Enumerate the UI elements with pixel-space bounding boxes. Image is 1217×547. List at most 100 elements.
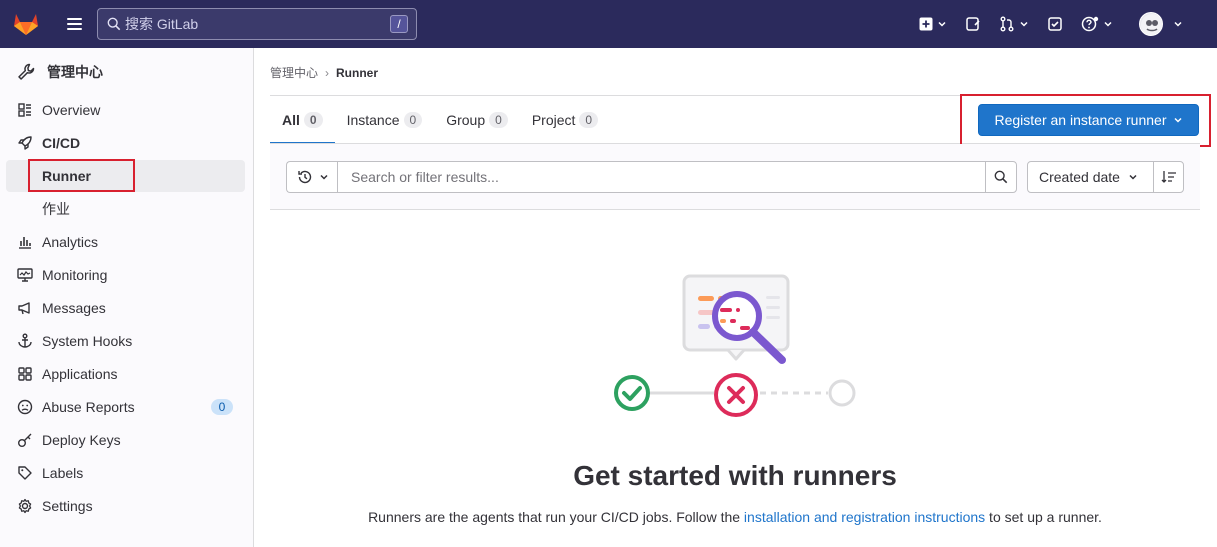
tab-project[interactable]: Project 0 [520, 96, 610, 144]
sort-descending-icon [1161, 171, 1176, 183]
anchor-icon [17, 333, 33, 349]
sidebar-item-label: CI/CD [42, 135, 81, 151]
installation-instructions-link[interactable]: installation and registration instructio… [744, 509, 985, 525]
sidebar-item-label: 作业 [42, 201, 70, 217]
sidebar-item-label: Applications [42, 366, 118, 382]
issues-button[interactable] [959, 8, 987, 40]
sidebar-title: 管理中心 [47, 64, 103, 80]
label-icon [17, 465, 33, 481]
filter-search-button[interactable] [985, 161, 1017, 193]
runner-type-tabs: All 0 Instance 0 Group 0 Project 0 [270, 96, 610, 144]
gitlab-logo-icon[interactable] [0, 0, 52, 48]
filter-placeholder: Search or filter results... [351, 169, 499, 185]
sort-direction-button[interactable] [1153, 161, 1184, 193]
sidebar-item-label: Overview [42, 102, 101, 118]
sidebar-item-overview[interactable]: Overview [6, 94, 245, 126]
sidebar-item-label: Deploy Keys [42, 432, 121, 448]
global-search-input[interactable]: 搜索 GitLab / [97, 8, 417, 40]
create-new-button[interactable] [913, 8, 953, 40]
chart-icon [17, 234, 33, 250]
sidebar-item-label: Monitoring [42, 267, 108, 283]
help-button[interactable] [1075, 8, 1119, 40]
breadcrumb-current: Runner [336, 65, 379, 80]
tab-label: All [282, 112, 300, 128]
empty-state-title: Get started with runners [573, 460, 897, 491]
tab-count-badge: 0 [303, 112, 323, 128]
user-avatar [1139, 12, 1163, 36]
empty-desc-text: Runners are the agents that run your CI/… [368, 509, 744, 525]
gear-icon [17, 498, 33, 514]
tab-all[interactable]: All 0 [270, 96, 335, 144]
chevron-down-icon [1129, 174, 1137, 180]
applications-icon [17, 366, 33, 382]
sidebar-item-label: Analytics [42, 234, 99, 250]
recent-searches-button[interactable] [286, 161, 338, 193]
sidebar-item-settings[interactable]: Settings [6, 490, 245, 522]
rocket-icon [17, 135, 33, 151]
sidebar-item-messages[interactable]: Messages [6, 292, 245, 324]
sidebar-item-label: Settings [42, 498, 93, 514]
search-icon [994, 170, 1008, 184]
tab-count-badge: 0 [579, 112, 599, 128]
breadcrumb-separator: › [325, 65, 330, 80]
runner-highlight-box [28, 159, 135, 192]
sidebar-item-label: Abuse Reports [42, 399, 135, 415]
monitor-icon [17, 267, 33, 283]
search-icon [107, 17, 121, 31]
tab-label: Group [446, 112, 486, 128]
todos-button[interactable] [1041, 8, 1069, 40]
issues-icon [966, 17, 980, 31]
chevron-down-icon [938, 21, 946, 27]
sidebar-item-jobs[interactable]: 作业 [6, 193, 245, 225]
tab-group[interactable]: Group 0 [434, 96, 520, 144]
tab-count-badge: 0 [489, 112, 508, 128]
plus-square-icon [919, 17, 933, 31]
help-icon [1081, 16, 1099, 32]
sidebar-item-labels[interactable]: Labels [6, 457, 245, 489]
sidebar-item-monitoring[interactable]: Monitoring [6, 259, 245, 291]
chevron-down-icon [1104, 21, 1112, 27]
overview-icon [17, 102, 33, 118]
filter-search-input[interactable]: Search or filter results... [337, 161, 986, 193]
empty-desc-text-end: to set up a runner. [985, 509, 1102, 525]
sidebar-item-deploy-keys[interactable]: Deploy Keys [6, 424, 245, 456]
chevron-down-icon [1174, 21, 1182, 27]
chevron-down-icon [1020, 21, 1028, 27]
merge-request-icon [1000, 16, 1014, 32]
search-placeholder: 搜索 GitLab [125, 16, 199, 32]
admin-sidebar: 管理中心 Overview CI/CD Runner 作业 Analytics … [0, 48, 254, 547]
todo-checkbox-icon [1048, 17, 1062, 31]
tab-label: Instance [346, 112, 400, 128]
sort-label: Created date [1039, 169, 1120, 185]
sidebar-item-abuse-reports[interactable]: Abuse Reports 0 [6, 391, 245, 423]
abuse-icon [17, 399, 33, 415]
breadcrumb-parent-link[interactable]: 管理中心 [270, 64, 318, 81]
search-shortcut-badge: / [390, 15, 408, 33]
sidebar-item-label: System Hooks [42, 333, 133, 349]
register-button-highlight-box [960, 94, 1211, 147]
sidebar-item-system-hooks[interactable]: System Hooks [6, 325, 245, 357]
tab-instance[interactable]: Instance 0 [335, 96, 435, 144]
filter-bar: Search or filter results... Created date [270, 144, 1200, 210]
sidebar-header[interactable]: 管理中心 [0, 48, 253, 96]
top-navbar: 搜索 GitLab / [0, 0, 1217, 48]
abuse-reports-count-badge: 0 [211, 399, 233, 415]
hamburger-menu-icon[interactable] [58, 8, 90, 40]
tab-label: Project [531, 112, 576, 128]
sidebar-item-cicd[interactable]: CI/CD [6, 127, 245, 159]
sidebar-item-label: Messages [42, 300, 106, 316]
breadcrumb: 管理中心 › Runner [270, 64, 378, 81]
runners-empty-state-illustration [614, 274, 856, 417]
merge-requests-button[interactable] [993, 8, 1035, 40]
sidebar-item-analytics[interactable]: Analytics [6, 226, 245, 258]
user-menu-button[interactable] [1133, 8, 1189, 40]
sidebar-item-applications[interactable]: Applications [6, 358, 245, 390]
empty-state-description: Runners are the agents that run your CI/… [270, 509, 1200, 525]
sidebar-item-label: Labels [42, 465, 84, 481]
chevron-down-icon [319, 174, 328, 180]
tab-count-badge: 0 [403, 112, 423, 128]
wrench-icon [18, 63, 35, 80]
sort-by-dropdown[interactable]: Created date [1027, 161, 1154, 193]
bullhorn-icon [17, 300, 33, 316]
key-icon [17, 432, 33, 448]
